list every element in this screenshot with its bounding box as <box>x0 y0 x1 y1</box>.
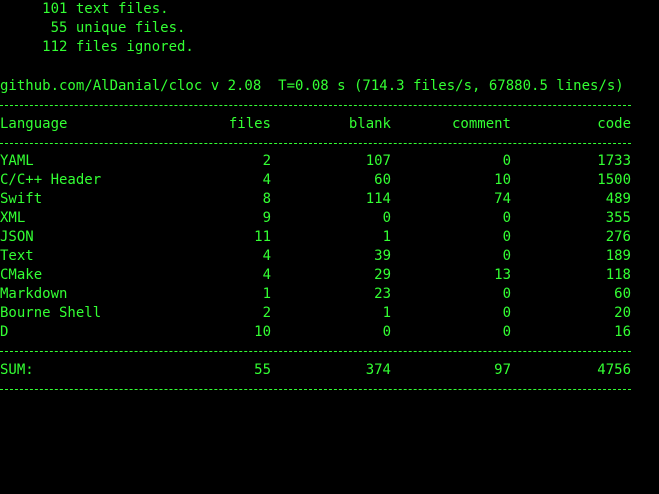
separator-bottom <box>0 389 631 390</box>
sum-row: SUM: 55 374 97 4756 <box>0 361 640 380</box>
cell-files: 10 <box>254 324 271 340</box>
cell-comment: 13 <box>494 267 511 283</box>
table-row: Bourne Shell 2 1 0 20 <box>0 304 640 323</box>
cell-blank: 1 <box>382 229 391 245</box>
cell-files: 9 <box>262 210 271 226</box>
cell-language: CMake <box>0 267 43 283</box>
cell-comment: 0 <box>502 305 511 321</box>
cell-files: 4 <box>262 267 271 283</box>
cell-code: 118 <box>605 267 631 283</box>
sum-label: SUM: <box>0 362 34 378</box>
cell-code: 20 <box>614 305 631 321</box>
cell-blank: 1 <box>382 305 391 321</box>
cell-comment: 0 <box>502 210 511 226</box>
cell-language: JSON <box>0 229 34 245</box>
table-row: YAML 2 107 0 1733 <box>0 152 640 171</box>
cell-code: 1500 <box>597 172 631 188</box>
cell-files: 11 <box>254 229 271 245</box>
cell-code: 489 <box>605 191 631 207</box>
column-header-code: code <box>597 116 631 132</box>
table-row: XML 9 0 0 355 <box>0 209 640 228</box>
cell-blank: 23 <box>374 286 391 302</box>
cell-comment: 0 <box>502 153 511 169</box>
cloc-header-line: github.com/AlDanial/cloc v 2.08 T=0.08 s… <box>0 78 624 94</box>
cell-code: 276 <box>605 229 631 245</box>
cell-comment: 0 <box>502 229 511 245</box>
separator-sum <box>0 351 631 352</box>
summary-line-text-files: 101 text files. <box>0 1 169 17</box>
table-row: Text 4 39 0 189 <box>0 247 640 266</box>
cell-comment: 0 <box>502 286 511 302</box>
table-row: Markdown 1 23 0 60 <box>0 285 640 304</box>
cell-language: C/C++ Header <box>0 172 102 188</box>
column-header-comment: comment <box>451 116 511 132</box>
cell-blank: 107 <box>365 153 391 169</box>
cell-files: 2 <box>262 153 271 169</box>
cell-language: D <box>0 324 9 340</box>
table-row: CMake 4 29 13 118 <box>0 266 640 285</box>
cell-language: YAML <box>0 153 34 169</box>
cell-code: 1733 <box>597 153 631 169</box>
summary-line-files-ignored: 112 files ignored. <box>0 39 194 55</box>
cell-comment: 0 <box>502 324 511 340</box>
cell-language: Text <box>0 248 34 264</box>
cell-blank: 29 <box>374 267 391 283</box>
cell-code: 189 <box>605 248 631 264</box>
sum-blank: 374 <box>365 362 391 378</box>
sum-files: 55 <box>254 362 271 378</box>
cell-blank: 114 <box>365 191 391 207</box>
cell-blank: 0 <box>382 210 391 226</box>
cell-code: 16 <box>614 324 631 340</box>
cell-code: 355 <box>605 210 631 226</box>
summary-line-unique-files: 55 unique files. <box>0 20 186 36</box>
cell-files: 4 <box>262 172 271 188</box>
cell-language: Swift <box>0 191 43 207</box>
separator-header <box>0 143 631 144</box>
cell-language: XML <box>0 210 26 226</box>
cell-code: 60 <box>614 286 631 302</box>
sum-comment: 97 <box>494 362 511 378</box>
cell-comment: 10 <box>494 172 511 188</box>
cell-files: 8 <box>262 191 271 207</box>
sum-code: 4756 <box>597 362 631 378</box>
table-row: JSON 11 1 0 276 <box>0 228 640 247</box>
separator-top <box>0 105 631 106</box>
cell-files: 2 <box>262 305 271 321</box>
cell-comment: 0 <box>502 248 511 264</box>
column-header-language: Language <box>0 116 68 132</box>
table-header-row: Language files blank comment code <box>0 115 640 134</box>
column-header-files: files <box>228 116 271 132</box>
cell-language: Markdown <box>0 286 68 302</box>
table-row: D 10 0 0 16 <box>0 323 640 342</box>
cell-blank: 60 <box>374 172 391 188</box>
cell-blank: 0 <box>382 324 391 340</box>
cell-files: 4 <box>262 248 271 264</box>
terminal-window[interactable]: 101 text files. 55 unique files. 112 fil… <box>0 0 659 401</box>
cell-blank: 39 <box>374 248 391 264</box>
table-row: C/C++ Header 4 60 10 1500 <box>0 171 640 190</box>
cell-files: 1 <box>262 286 271 302</box>
column-header-blank: blank <box>348 116 391 132</box>
cell-language: Bourne Shell <box>0 305 102 321</box>
cell-comment: 74 <box>494 191 511 207</box>
table-row: Swift 8 114 74 489 <box>0 190 640 209</box>
